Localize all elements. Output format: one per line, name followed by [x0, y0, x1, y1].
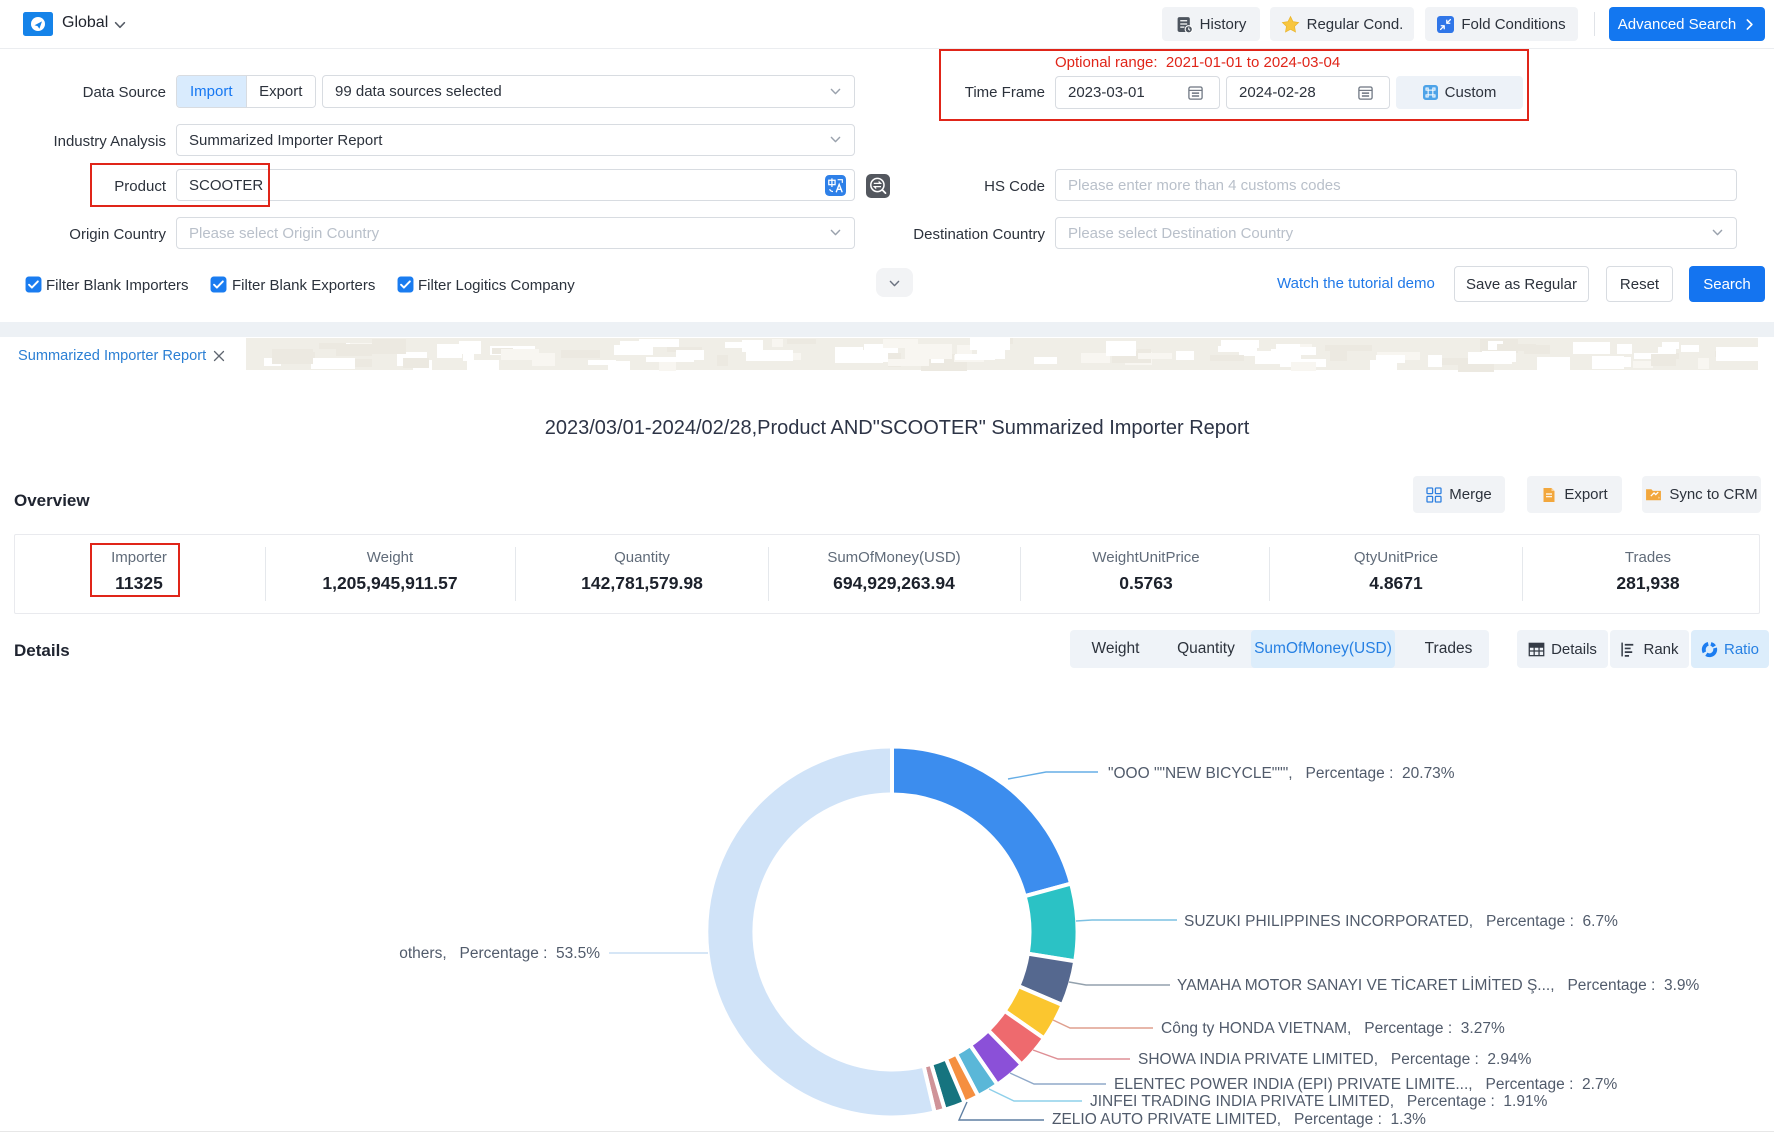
svg-text:others, Percentage : 53.5%: others, Percentage : 53.5%	[399, 945, 600, 962]
svg-text:ELENTEC POWER INDIA (EPI) PRIV: ELENTEC POWER INDIA (EPI) PRIVATE LIMITE…	[1114, 1076, 1618, 1093]
svg-text:ZELIO AUTO PRIVATE LIMITED,: ZELIO AUTO PRIVATE LIMITED, Percentage :…	[1052, 1111, 1426, 1128]
svg-text:SHOWA INDIA PRIVATE LIMITED,: SHOWA INDIA PRIVATE LIMITED, Percentage …	[1138, 1051, 1532, 1068]
svg-text:SUZUKI PHILIPPINES INCORPORATE: SUZUKI PHILIPPINES INCORPORATED, Percent…	[1184, 913, 1618, 930]
svg-text:"OOO ""NEW BICYCLE""", Perce: "OOO ""NEW BICYCLE""", Percentage : 20.7…	[1108, 765, 1455, 782]
svg-text:YAMAHA MOTOR SANAYI VE TİCARET: YAMAHA MOTOR SANAYI VE TİCARET LİMİTED Ş…	[1177, 976, 1700, 994]
svg-text:JINFEI TRADING INDIA PRIVATE L: JINFEI TRADING INDIA PRIVATE LIMITED, Pe…	[1090, 1093, 1548, 1110]
svg-text:Công ty HONDA VIETNAM, Perce: Công ty HONDA VIETNAM, Percentage : 3.27…	[1161, 1020, 1505, 1037]
